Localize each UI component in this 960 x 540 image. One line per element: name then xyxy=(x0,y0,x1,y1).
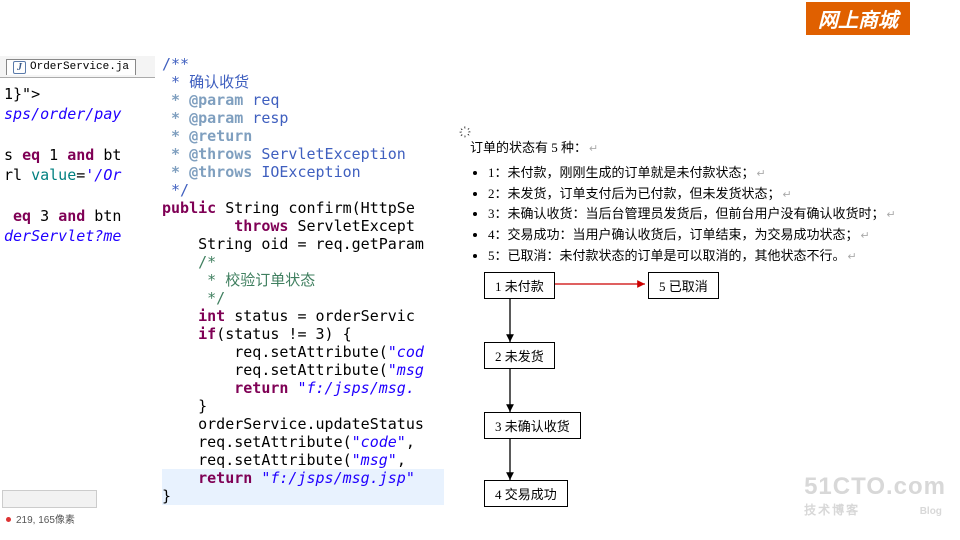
file-tab[interactable]: J OrderService.ja xyxy=(6,59,136,75)
header-banner: 网上商城 xyxy=(806,2,910,35)
watermark: 51CTO.com 技术博客 Blog xyxy=(804,473,946,518)
list-item: 3：未确认收货：当后台管理员发货后，但前台用户没有确认收货时；↵ xyxy=(488,204,930,225)
left-code-snippet: 1}"> sps/order/pay s eq 1 and bt rl valu… xyxy=(4,84,154,246)
state-diagram: 1 未付款 5 已取消 2 未发货 3 未确认收货 4 交易成功 xyxy=(480,272,760,502)
status-coords: 219, 165像素 xyxy=(16,511,75,526)
status-bar xyxy=(2,490,97,508)
watermark-line3: Blog xyxy=(920,506,942,517)
document-text: 订单的状态有 5 种：↵ 1：未付款，刚刚生成的订单就是未付款状态；↵ 2：未发… xyxy=(470,138,930,267)
doc-bullet-list: 1：未付款，刚刚生成的订单就是未付款状态；↵ 2：未发货，订单支付后为已付款，但… xyxy=(470,163,930,267)
list-item: 5：已取消：未付款状态的订单是可以取消的，其他状态不行。↵ xyxy=(488,246,930,267)
state-box-4: 4 交易成功 xyxy=(484,480,568,507)
list-item: 4：交易成功：当用户确认收货后，订单结束，为交易成功状态；↵ xyxy=(488,225,930,246)
state-box-5: 5 已取消 xyxy=(648,272,719,299)
list-item: 2：未发货，订单支付后为已付款，但未发货状态；↵ xyxy=(488,184,930,205)
main-code-editor[interactable]: /** * 确认收货 * @param req * @param resp * … xyxy=(162,55,442,505)
watermark-line1: 51CTO.com xyxy=(804,473,946,501)
state-box-3: 3 未确认收货 xyxy=(484,412,581,439)
file-tab-label: OrderService.ja xyxy=(30,61,129,73)
list-item: 1：未付款，刚刚生成的订单就是未付款状态；↵ xyxy=(488,163,930,184)
diagram-arrows xyxy=(480,272,760,502)
watermark-line2: 技术博客 xyxy=(804,503,860,517)
state-box-1: 1 未付款 xyxy=(484,272,555,299)
editor-tab-bar: J OrderService.ja xyxy=(0,56,155,78)
status-dot-icon xyxy=(6,517,11,522)
java-file-icon: J xyxy=(13,61,26,74)
state-box-2: 2 未发货 xyxy=(484,342,555,369)
doc-title: 订单的状态有 5 种： xyxy=(470,140,587,155)
